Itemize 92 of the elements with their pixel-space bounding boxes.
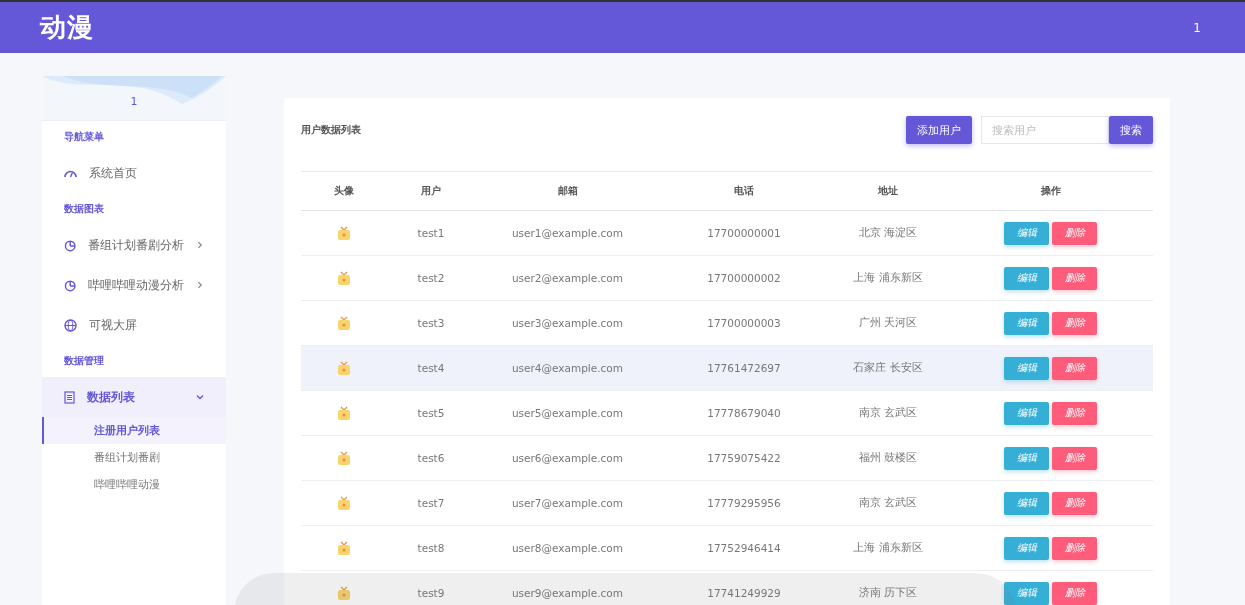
- table-cell: 17741249929: [707, 587, 781, 599]
- delete-button[interactable]: 删除: [1052, 311, 1097, 335]
- tv-icon: [337, 405, 351, 421]
- column-header: 头像: [334, 184, 354, 198]
- submenu-item[interactable]: 番组计划番剧: [42, 444, 226, 471]
- delete-button[interactable]: 删除: [1052, 581, 1097, 605]
- delete-button[interactable]: 删除: [1052, 266, 1097, 290]
- table-cell: user4@example.com: [511, 362, 623, 374]
- submenu-item[interactable]: 哔哩哔哩动漫: [42, 471, 226, 498]
- table-cell: user6@example.com: [511, 452, 623, 464]
- table-cell: test9: [417, 587, 445, 599]
- section-title: 数据管理: [63, 354, 105, 368]
- table-cell: 17759075422: [707, 452, 781, 464]
- table-cell: 17778679040: [707, 407, 781, 419]
- gauge-icon: [64, 168, 77, 178]
- edit-button[interactable]: 编辑: [1004, 311, 1049, 335]
- edit-button[interactable]: 编辑: [1004, 491, 1049, 515]
- delete-button[interactable]: 删除: [1052, 491, 1097, 515]
- card-title: 用户数据列表: [301, 123, 361, 137]
- add-user-button[interactable]: 添加用户: [906, 116, 972, 144]
- column-header: 操作: [1040, 184, 1061, 198]
- tv-icon: [337, 540, 351, 556]
- table-cell: 上海 浦东新区: [853, 541, 923, 555]
- delete-button[interactable]: 删除: [1052, 536, 1097, 560]
- delete-button[interactable]: 删除: [1052, 401, 1097, 425]
- table-cell: user7@example.com: [511, 497, 623, 509]
- search-button[interactable]: 搜索: [1109, 116, 1153, 144]
- menu-item[interactable]: 番组计划番剧分析: [42, 225, 226, 265]
- edit-button[interactable]: 编辑: [1004, 221, 1049, 245]
- menu-item[interactable]: 数据列表: [42, 377, 226, 417]
- table-cell: user8@example.com: [511, 542, 623, 554]
- table-cell: 17752946414: [707, 542, 781, 554]
- table-cell: 上海 浦东新区: [853, 271, 923, 285]
- table-cell: test2: [417, 272, 445, 284]
- column-header: 电话: [734, 184, 754, 198]
- section-title: 导航菜单: [63, 130, 105, 144]
- table-cell: 17779295956: [707, 497, 781, 509]
- pie-chart-icon: [64, 238, 77, 252]
- menu-item[interactable]: 可视大屏: [42, 305, 226, 345]
- table-cell: 17700000001: [707, 227, 781, 239]
- menu-item[interactable]: 系统首页: [42, 153, 226, 193]
- tv-icon: [337, 450, 351, 466]
- document-icon: [64, 390, 75, 404]
- submenu-item[interactable]: 注册用户列表: [42, 417, 226, 444]
- table-cell: test1: [417, 227, 445, 239]
- menu-item[interactable]: 哔哩哔哩动漫分析: [42, 265, 226, 305]
- tv-icon: [337, 270, 351, 286]
- tv-icon: [337, 360, 351, 376]
- section-title: 数据图表: [63, 202, 105, 216]
- table-cell: test5: [417, 407, 445, 419]
- table-cell: user9@example.com: [511, 587, 623, 599]
- table-cell: test3: [417, 317, 445, 329]
- table-cell: test4: [417, 362, 445, 374]
- edit-button[interactable]: 编辑: [1004, 581, 1049, 605]
- table-cell: 南京 玄武区: [858, 496, 918, 510]
- table-cell: test7: [417, 497, 445, 509]
- edit-button[interactable]: 编辑: [1004, 266, 1049, 290]
- search-field[interactable]: 搜索用户: [981, 116, 1109, 144]
- table-cell: 17700000003: [707, 317, 781, 329]
- logo: 动漫: [40, 11, 94, 44]
- column-header: 邮箱: [557, 184, 578, 198]
- table-cell: 石家庄 长安区: [853, 361, 923, 375]
- edit-button[interactable]: 编辑: [1004, 446, 1049, 470]
- delete-button[interactable]: 删除: [1052, 356, 1097, 380]
- delete-button[interactable]: 删除: [1052, 446, 1097, 470]
- column-header: 用户: [421, 184, 441, 198]
- globe-icon: [64, 318, 77, 332]
- table-cell: 17761472697: [707, 362, 781, 374]
- profile-name: 1: [130, 95, 138, 108]
- table-cell: 17700000002: [707, 272, 781, 284]
- pie-chart-icon: [64, 278, 77, 292]
- table-cell: user1@example.com: [511, 227, 623, 239]
- table-cell: 南京 玄武区: [858, 406, 918, 420]
- table-cell: test6: [417, 452, 445, 464]
- table-cell: test8: [417, 542, 445, 554]
- edit-button[interactable]: 编辑: [1004, 401, 1049, 425]
- edit-button[interactable]: 编辑: [1004, 356, 1049, 380]
- tv-icon: [337, 585, 351, 601]
- table-cell: 北京 海淀区: [858, 226, 918, 240]
- table-cell: user3@example.com: [511, 317, 623, 329]
- user-name[interactable]: 1: [1193, 20, 1201, 35]
- edit-button[interactable]: 编辑: [1004, 536, 1049, 560]
- table-cell: 广州 天河区: [858, 316, 918, 330]
- table-cell: user2@example.com: [511, 272, 623, 284]
- delete-button[interactable]: 删除: [1052, 221, 1097, 245]
- tv-icon: [337, 315, 351, 331]
- tv-icon: [337, 495, 351, 511]
- column-header: 地址: [878, 184, 898, 198]
- tv-icon: [337, 225, 351, 241]
- table-cell: user5@example.com: [511, 407, 623, 419]
- table-cell: 济南 历下区: [858, 586, 918, 600]
- table-cell: 福州 鼓楼区: [858, 451, 918, 465]
